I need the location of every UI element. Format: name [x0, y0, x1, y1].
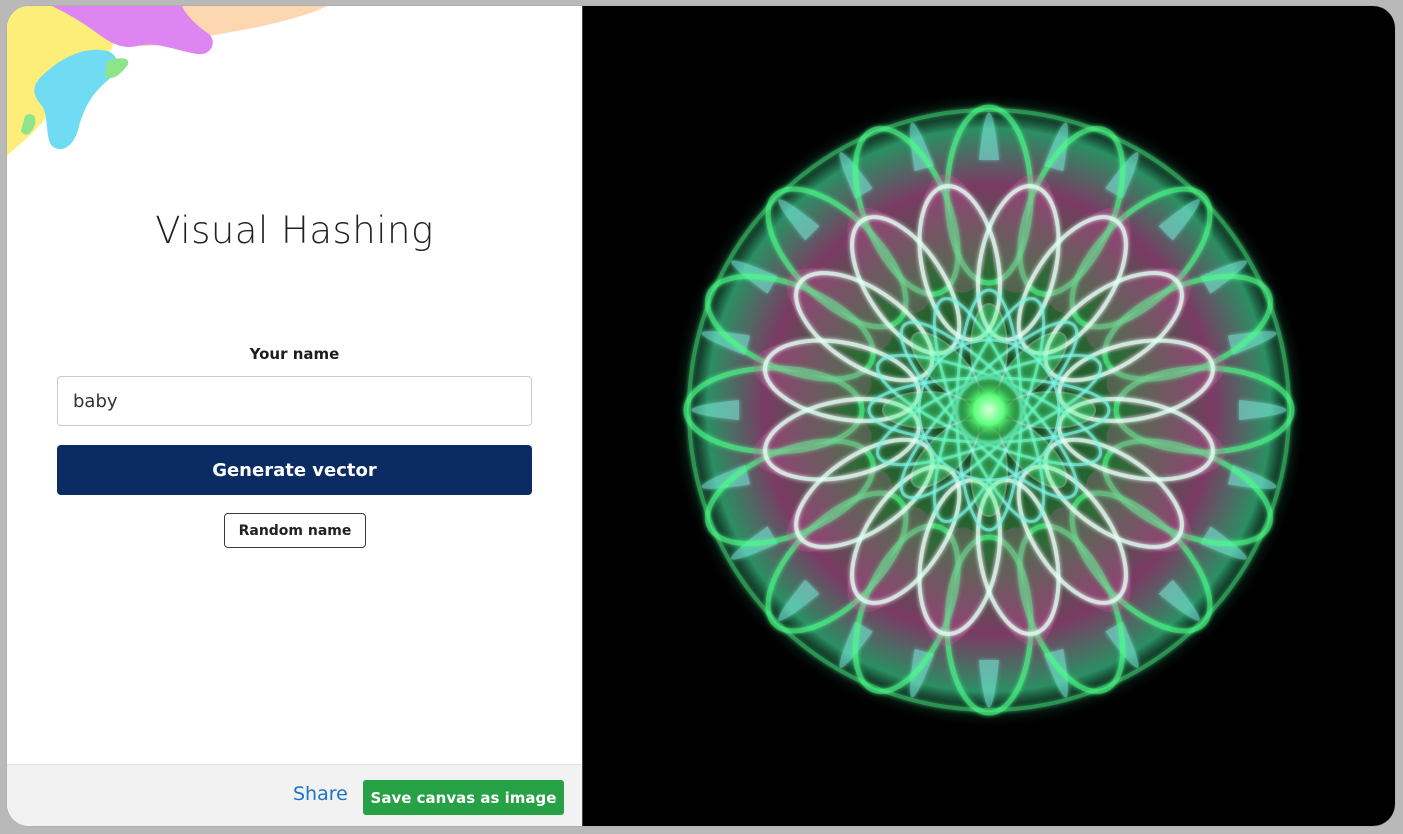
app-window: Visual Hashing Your name Generate vector…: [7, 6, 1395, 826]
decorative-blobs: [7, 6, 327, 156]
random-name-button[interactable]: Random name: [224, 513, 366, 548]
mandala-center: [951, 372, 1027, 448]
control-panel: Visual Hashing Your name Generate vector…: [7, 6, 582, 826]
share-link[interactable]: Share: [293, 783, 348, 805]
generate-vector-button[interactable]: Generate vector: [57, 445, 532, 495]
footer-bar: Share Save canvas as image: [7, 764, 582, 826]
mandala-image: [669, 90, 1309, 730]
mandala-canvas[interactable]: [582, 6, 1395, 826]
name-input[interactable]: [57, 376, 532, 426]
save-canvas-button[interactable]: Save canvas as image: [363, 780, 564, 815]
page-title: Visual Hashing: [155, 209, 434, 252]
name-label: Your name: [249, 345, 340, 363]
